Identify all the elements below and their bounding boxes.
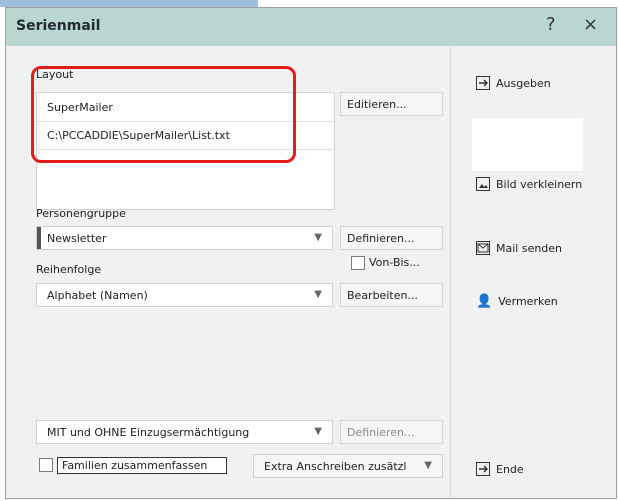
- einzug-definieren-button[interactable]: Definieren...: [340, 420, 443, 444]
- highlight-annotation: [31, 66, 296, 163]
- personengruppe-label: Personengruppe: [36, 207, 126, 220]
- background-window-strip: [0, 0, 258, 7]
- definieren-button[interactable]: Definieren...: [340, 226, 443, 250]
- ende-button[interactable]: Ende: [476, 462, 524, 476]
- vermerken-label: Vermerken: [498, 295, 558, 308]
- reihenfolge-select[interactable]: Alphabet (Namen) ▼: [36, 283, 333, 307]
- einzug-select[interactable]: MIT und OHNE Einzugsermächtigung ▼: [36, 420, 333, 444]
- von-bis-label[interactable]: Von-Bis...: [369, 256, 420, 269]
- ausgeben-button[interactable]: Ausgeben: [476, 76, 551, 90]
- dialog-title: Serienmail: [16, 18, 101, 34]
- chevron-down-icon: ▼: [314, 289, 322, 300]
- familien-label[interactable]: Familien zusammenfassen: [57, 457, 227, 474]
- vermerken-button[interactable]: 👤 Vermerken: [476, 294, 558, 309]
- von-bis-checkbox[interactable]: [351, 256, 365, 270]
- bild-verkleinern-label: Bild verkleinern: [496, 177, 583, 191]
- close-button[interactable]: ×: [583, 14, 598, 35]
- exit-icon: [476, 462, 490, 476]
- mail-senden-label: Mail senden: [496, 241, 563, 255]
- person-note-icon: 👤: [476, 294, 493, 309]
- chevron-down-icon: ▼: [314, 232, 322, 243]
- personengruppe-select[interactable]: Newsletter ▼: [36, 226, 333, 250]
- chevron-down-icon: ▼: [314, 426, 322, 437]
- reihenfolge-label: Reihenfolge: [36, 263, 102, 276]
- ende-label: Ende: [496, 462, 524, 476]
- reihenfolge-value: Alphabet (Namen): [47, 289, 148, 302]
- bearbeiten-button[interactable]: Bearbeiten...: [340, 283, 443, 307]
- serienmail-dialog: Serienmail ? × Layout SuperMailer C:\PCC…: [5, 7, 617, 499]
- extra-anschreiben-select[interactable]: Extra Anschreiben zusätzl ▼: [253, 454, 443, 478]
- image-icon: [476, 177, 490, 191]
- personengruppe-value: Newsletter: [47, 232, 107, 245]
- chevron-down-icon: ▼: [424, 460, 432, 471]
- mail-icon: [476, 241, 490, 255]
- actions-panel: [450, 46, 616, 498]
- bild-verkleinern-button[interactable]: Bild verkleinern: [476, 177, 582, 191]
- extra-value: Extra Anschreiben zusätzl: [264, 460, 407, 473]
- title-bar: Serienmail ? ×: [6, 8, 616, 46]
- familien-checkbox[interactable]: [39, 458, 53, 472]
- help-button[interactable]: ?: [546, 14, 556, 35]
- ausgeben-label: Ausgeben: [496, 76, 551, 90]
- selection-accent: [37, 227, 41, 249]
- editieren-button[interactable]: Editieren...: [340, 92, 443, 116]
- export-icon: [476, 76, 490, 90]
- einzug-value: MIT und OHNE Einzugsermächtigung: [47, 426, 250, 439]
- preview-area: [472, 118, 583, 171]
- mail-senden-button[interactable]: Mail senden: [476, 241, 562, 255]
